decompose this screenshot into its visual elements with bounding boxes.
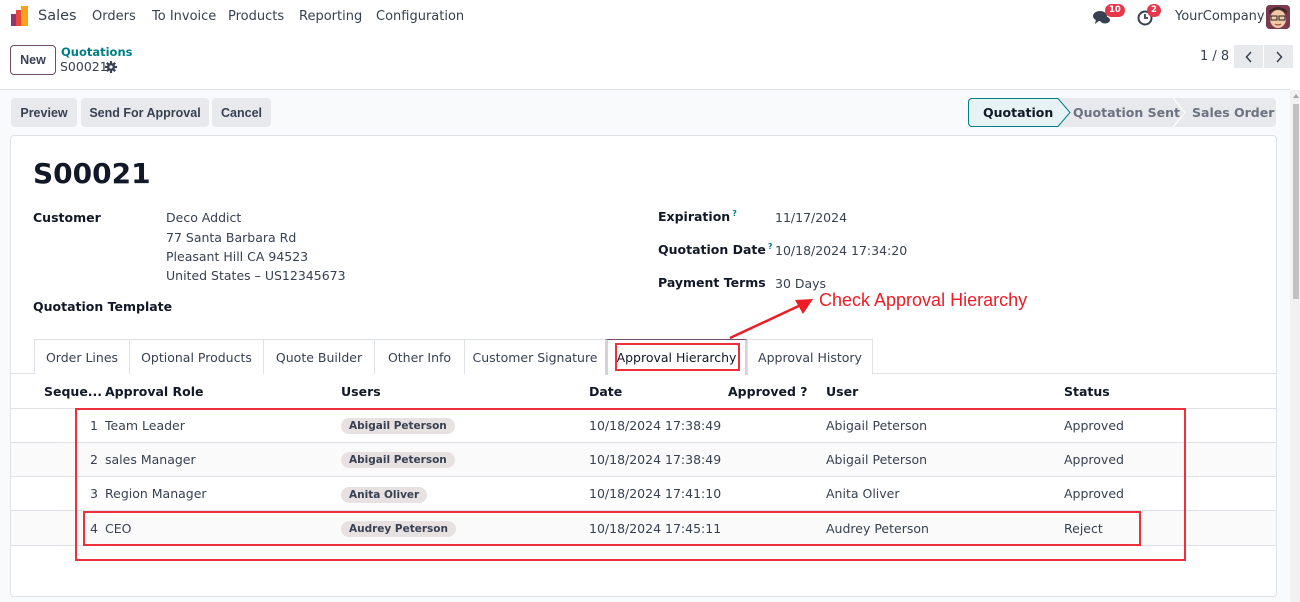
column-sequence[interactable]: Seque... bbox=[44, 384, 102, 399]
quotation-date-label: Quotation Date? bbox=[658, 242, 773, 257]
row-user: Anita Oliver bbox=[826, 486, 900, 501]
customer-country: United States – US12345673 bbox=[166, 268, 346, 283]
chevron-left-icon bbox=[1244, 50, 1252, 63]
menu-products[interactable]: Products bbox=[228, 9, 284, 24]
column-status[interactable]: Status bbox=[1064, 384, 1110, 399]
payment-terms-value[interactable]: 30 Days bbox=[775, 276, 826, 291]
customer-name[interactable]: Deco Addict bbox=[166, 210, 241, 225]
row-approval-role: Team Leader bbox=[105, 418, 185, 433]
customer-label: Customer bbox=[33, 210, 101, 225]
top-navbar: Sales Orders To Invoice Products Reporti… bbox=[0, 0, 1300, 34]
annotation-label: Check Approval Hierarchy bbox=[819, 290, 1028, 310]
quotation-date-value[interactable]: 10/18/2024 17:34:20 bbox=[775, 243, 907, 258]
row-user: Abigail Peterson bbox=[826, 452, 928, 467]
quotation-date-label-text: Quotation Date bbox=[658, 242, 766, 258]
stage-quotation[interactable]: Quotation bbox=[983, 98, 1053, 127]
new-button[interactable]: New bbox=[10, 45, 56, 75]
stage-separator-icon bbox=[1057, 98, 1071, 127]
help-icon[interactable]: ? bbox=[732, 209, 737, 218]
user-tag: Audrey Peterson bbox=[341, 521, 456, 537]
row-sequence: 2 bbox=[90, 452, 98, 467]
send-for-approval-button[interactable]: Send For Approval bbox=[81, 98, 209, 127]
expiration-value[interactable]: 11/17/2024 bbox=[775, 210, 847, 225]
chevron-right-icon bbox=[1275, 50, 1283, 63]
column-approval-role[interactable]: Approval Role bbox=[105, 384, 204, 399]
row-sequence: 1 bbox=[90, 418, 98, 433]
breadcrumb-current: S00021 bbox=[60, 59, 108, 74]
row-user: Audrey Peterson bbox=[826, 521, 929, 536]
pager-previous-button[interactable] bbox=[1234, 45, 1263, 68]
user-tag: Anita Oliver bbox=[341, 487, 428, 503]
expiration-label-text: Expiration bbox=[658, 209, 731, 225]
column-user[interactable]: User bbox=[826, 384, 858, 399]
stage-sales-order[interactable]: Sales Order bbox=[1192, 98, 1274, 127]
help-icon[interactable]: ? bbox=[768, 242, 773, 251]
tab-customer-signature[interactable]: Customer Signature bbox=[464, 339, 606, 374]
record-title: S00021 bbox=[33, 157, 151, 190]
preview-button[interactable]: Preview bbox=[11, 98, 77, 127]
customer-city: Pleasant Hill CA 94523 bbox=[166, 249, 309, 264]
tab-other-info[interactable]: Other Info bbox=[374, 339, 465, 374]
user-tag: Abigail Peterson bbox=[341, 452, 455, 468]
tab-optional-products[interactable]: Optional Products bbox=[129, 339, 264, 374]
tab-approval-hierarchy[interactable]: Approval Hierarchy bbox=[605, 339, 748, 375]
user-avatar[interactable] bbox=[1266, 5, 1290, 29]
stage-quotation-sent[interactable]: Quotation Sent bbox=[1073, 98, 1180, 127]
customer-street: 77 Santa Barbara Rd bbox=[166, 230, 297, 245]
scroll-up-arrow-icon[interactable] bbox=[1293, 94, 1299, 98]
menu-reporting[interactable]: Reporting bbox=[299, 9, 362, 24]
row-status: Approved bbox=[1064, 486, 1124, 501]
row-approval-role: Region Manager bbox=[105, 486, 207, 501]
menu-orders[interactable]: Orders bbox=[92, 9, 136, 24]
column-approved[interactable]: Approved ? bbox=[728, 384, 808, 399]
row-date: 10/18/2024 17:41:10 bbox=[589, 486, 722, 501]
row-status: Approved bbox=[1064, 452, 1124, 467]
menu-to-invoice[interactable]: To Invoice bbox=[152, 9, 216, 24]
row-date: 10/18/2024 17:38:49 bbox=[589, 418, 722, 433]
tab-approval-history[interactable]: Approval History bbox=[747, 339, 873, 374]
column-date[interactable]: Date bbox=[589, 384, 622, 399]
expiration-label: Expiration? bbox=[658, 209, 737, 224]
scrollbar-thumb[interactable] bbox=[1293, 104, 1299, 299]
row-sequence: 3 bbox=[90, 486, 98, 501]
menu-configuration[interactable]: Configuration bbox=[376, 9, 464, 24]
app-name[interactable]: Sales bbox=[38, 8, 77, 24]
messages-badge: 10 bbox=[1105, 4, 1125, 17]
cancel-button[interactable]: Cancel bbox=[212, 98, 271, 127]
row-approval-role: CEO bbox=[105, 521, 132, 536]
pager-next-button[interactable] bbox=[1264, 45, 1293, 68]
column-users[interactable]: Users bbox=[341, 384, 381, 399]
row-approval-role: sales Manager bbox=[105, 452, 196, 467]
row-date: 10/18/2024 17:45:11 bbox=[589, 521, 722, 536]
row-user: Abigail Peterson bbox=[826, 418, 928, 433]
tab-order-lines[interactable]: Order Lines bbox=[34, 339, 130, 374]
row-date: 10/18/2024 17:38:49 bbox=[589, 452, 722, 467]
user-tag: Abigail Peterson bbox=[341, 418, 455, 434]
pager-value: 1 / 8 bbox=[1200, 49, 1230, 64]
tab-quote-builder[interactable]: Quote Builder bbox=[263, 339, 375, 374]
breadcrumb-quotations[interactable]: Quotations bbox=[61, 45, 133, 59]
row-status: Approved bbox=[1064, 418, 1124, 433]
payment-terms-label: Payment Terms bbox=[658, 275, 766, 290]
row-sequence: 4 bbox=[90, 521, 98, 536]
annotation-arrow-icon bbox=[729, 299, 813, 340]
sales-app-icon[interactable] bbox=[10, 6, 30, 26]
row-status: Reject bbox=[1064, 521, 1103, 536]
activities-badge: 2 bbox=[1147, 4, 1161, 17]
gear-icon[interactable] bbox=[105, 61, 117, 73]
company-switcher[interactable]: YourCompany bbox=[1175, 9, 1265, 24]
quotation-template-label: Quotation Template bbox=[33, 299, 173, 314]
